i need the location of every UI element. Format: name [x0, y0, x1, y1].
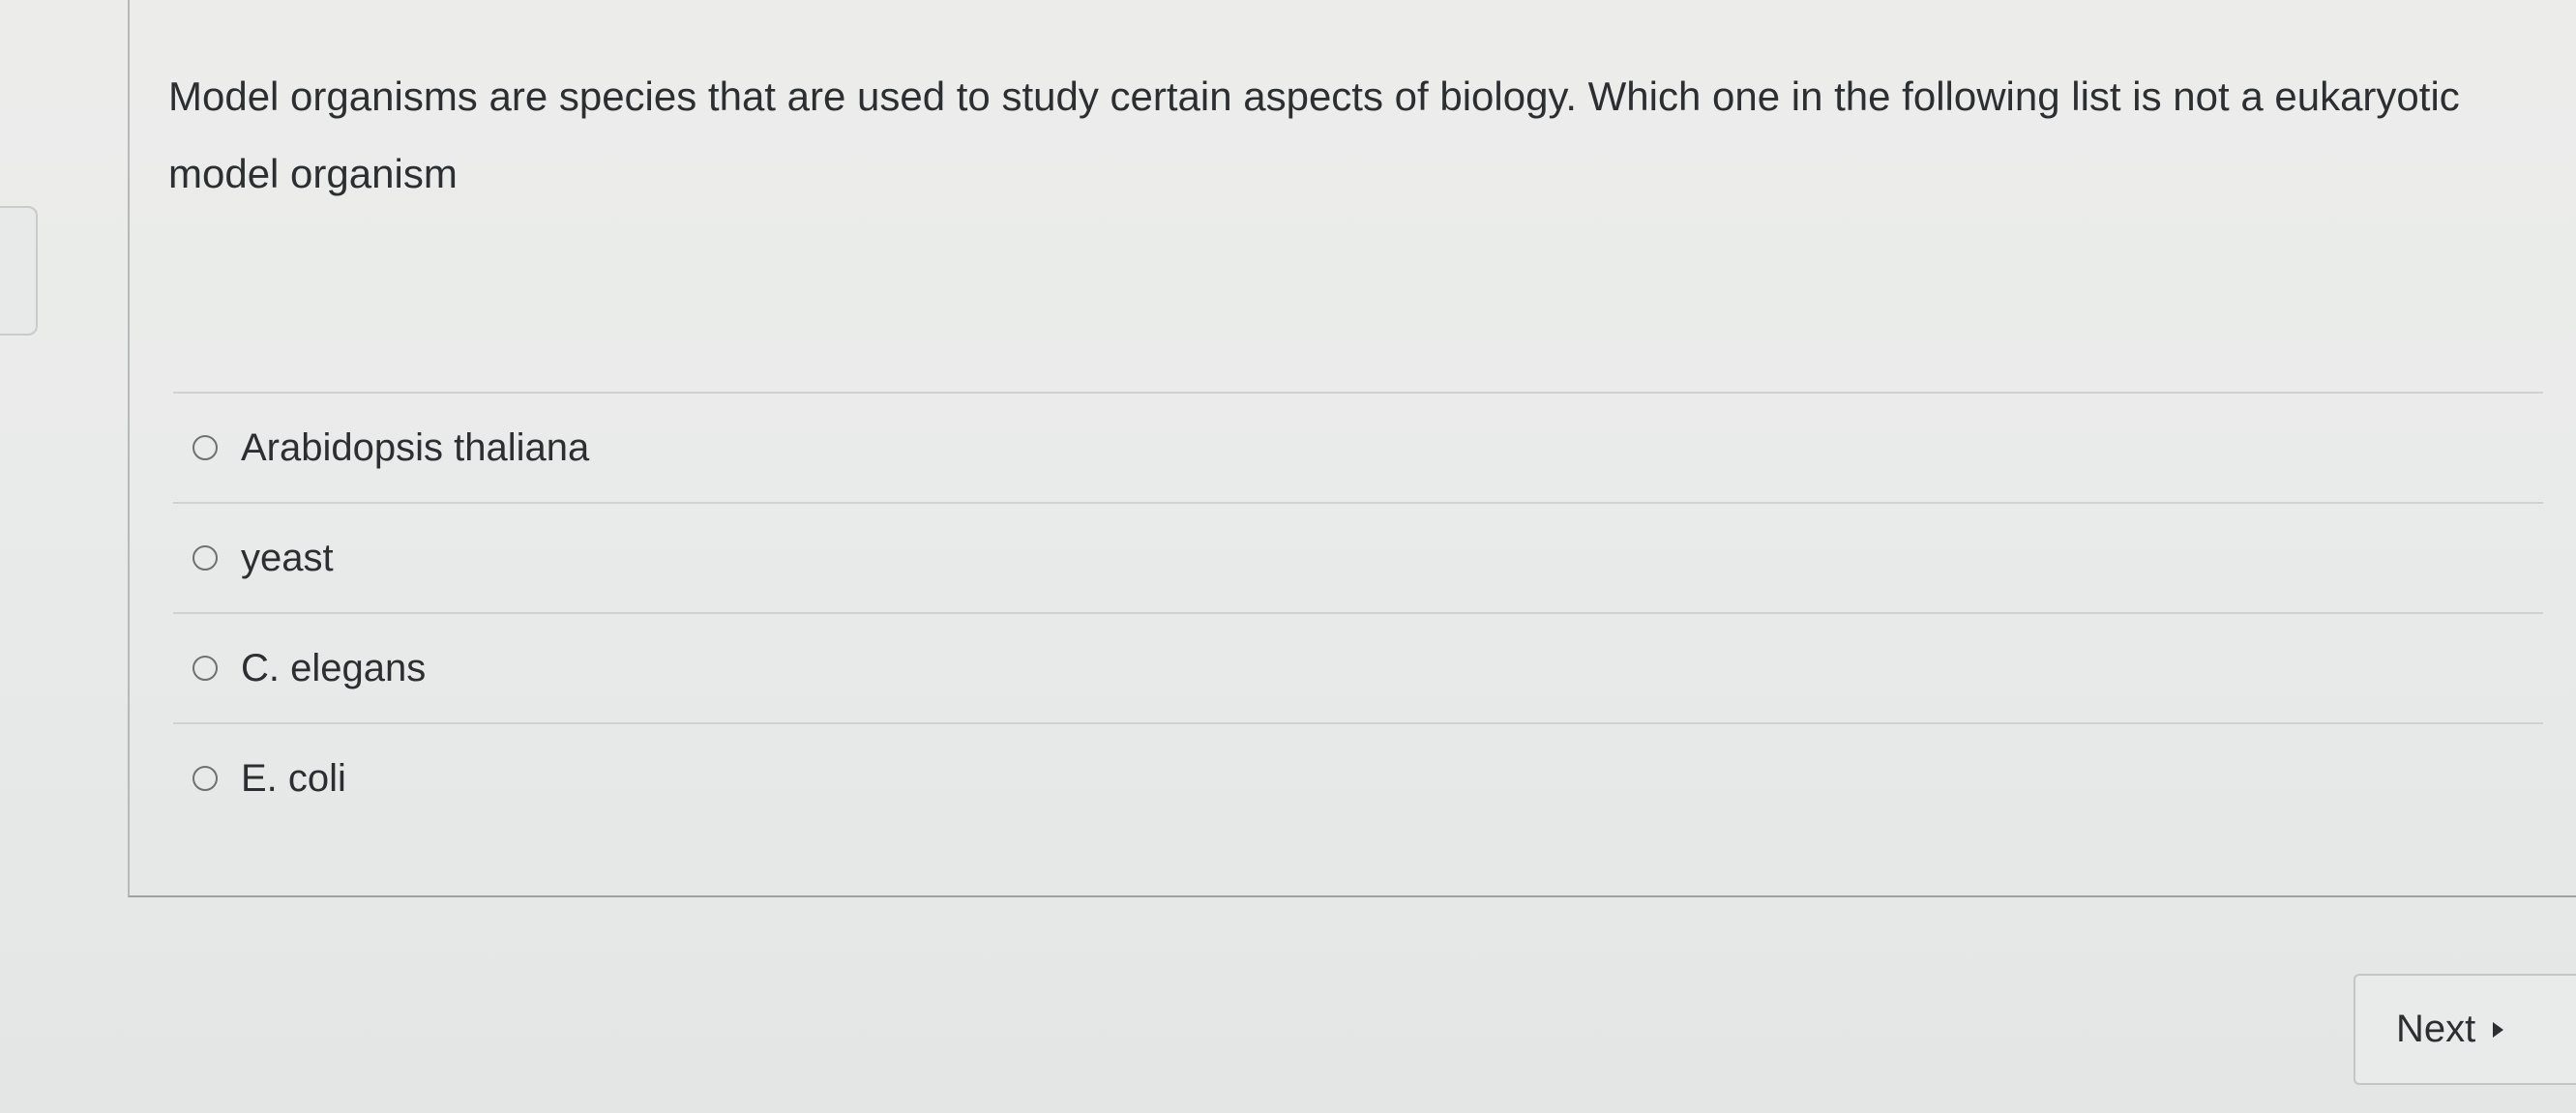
- question-text: Model organisms are species that are use…: [168, 73, 2460, 196]
- answer-option-arabidopsis[interactable]: Arabidopsis thaliana: [173, 394, 2543, 502]
- radio-button[interactable]: [192, 435, 218, 460]
- answer-list: Arabidopsis thaliana yeast C. elegans E.…: [173, 392, 2543, 833]
- next-button[interactable]: Next: [2354, 974, 2576, 1085]
- radio-button[interactable]: [192, 545, 218, 571]
- answer-option-yeast[interactable]: yeast: [173, 504, 2543, 612]
- answer-label: yeast: [241, 536, 334, 579]
- quiz-page: Model organisms are species that are use…: [0, 0, 2576, 1113]
- next-button-label: Next: [2396, 1008, 2476, 1050]
- answer-option-e-coli[interactable]: E. coli: [173, 724, 2543, 833]
- question-panel: Model organisms are species that are use…: [128, 0, 2576, 897]
- radio-button[interactable]: [192, 766, 218, 791]
- answer-label: C. elegans: [241, 646, 427, 689]
- radio-button[interactable]: [192, 656, 218, 681]
- side-tab[interactable]: [0, 206, 38, 336]
- answer-label: Arabidopsis thaliana: [241, 425, 590, 469]
- answer-label: E. coli: [241, 756, 346, 800]
- caret-right-icon: [2493, 1021, 2504, 1038]
- answer-option-c-elegans[interactable]: C. elegans: [173, 614, 2543, 722]
